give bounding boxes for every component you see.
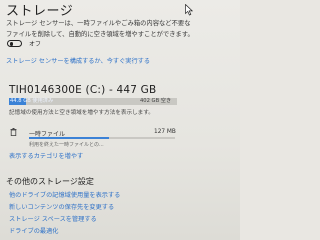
more-storage-settings-title: その他のストレージ設定 (6, 177, 94, 186)
storage-sense-toggle[interactable] (7, 40, 22, 47)
change-save-location-link[interactable]: 新しいコンテンツの保存先を変更する (9, 202, 114, 211)
configure-storage-sense-link[interactable]: ストレージ センサーを構成するか、今すぐ実行する (6, 56, 150, 65)
drive-title: TIH0146300E (C:) - 447 GB (9, 84, 157, 96)
category-temp-files-fill (29, 137, 110, 139)
other-drives-usage-link[interactable]: 他のドライブの記憶域使用量を表示する (9, 190, 120, 199)
free-space-label: 402 GB 空き (140, 98, 172, 104)
mouse-cursor-icon (185, 4, 193, 16)
drive-info-text: 記憶域の使用方法と空き領域を増やす方法を表示します。 (9, 110, 154, 116)
category-temp-files-size: 127 MB (154, 129, 176, 135)
trash-icon (10, 128, 17, 136)
category-temp-files-subtext: 利用を終えた一時ファイルとの... (29, 142, 104, 148)
used-space-label: 44.8 GB 使用済み (10, 98, 54, 104)
manage-storage-spaces-link[interactable]: ストレージ スペースを管理する (9, 214, 97, 223)
storage-sense-description: ストレージ センサーは、一時ファイルやごみ箱の内容など不要なファイルを削除して、… (6, 20, 194, 38)
page-title: ストレージ (6, 4, 74, 19)
category-temp-files-bar (29, 137, 175, 139)
show-more-categories-link[interactable]: 表示するカテゴリを増やす (9, 151, 83, 160)
optimize-drives-link[interactable]: ドライブの最適化 (9, 226, 59, 235)
toggle-state-label: オフ (29, 41, 42, 48)
settings-window: ストレージ ストレージ センサーは、一時ファイルやごみ箱の内容など不要なファイル… (0, 0, 240, 240)
toggle-knob (9, 42, 13, 46)
